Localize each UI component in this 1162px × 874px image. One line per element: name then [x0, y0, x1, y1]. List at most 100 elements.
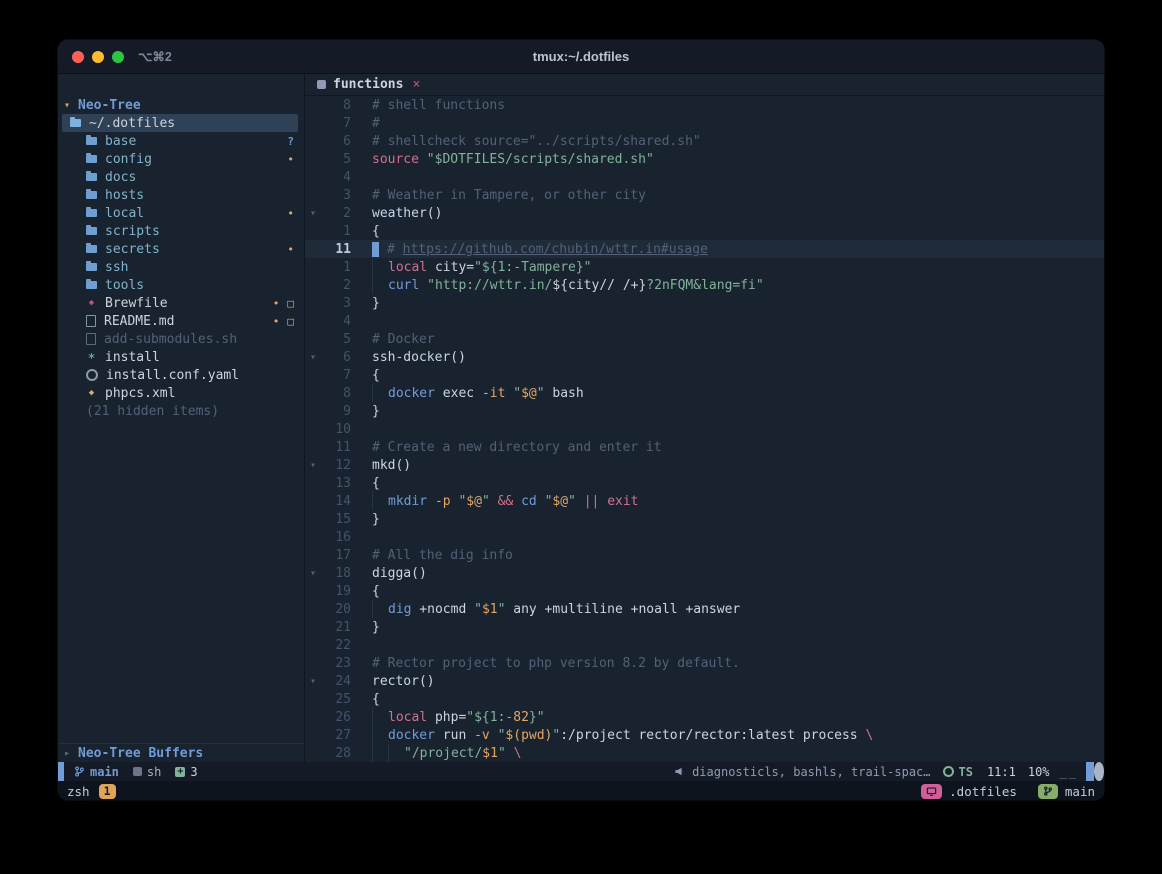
tree-item-dotfiles[interactable]: ~/.dotfiles: [62, 114, 298, 132]
code-token: -v: [474, 728, 490, 743]
code-line[interactable]: 13{: [305, 474, 1104, 492]
code-line[interactable]: 23# Rector project to php version 8.2 by…: [305, 654, 1104, 672]
line-number: 24: [321, 674, 351, 689]
code-line[interactable]: 2curl "http://wttr.in/${city// /+}?2nFQM…: [305, 276, 1104, 294]
tmux-branch: main: [1065, 784, 1095, 799]
zoom-button[interactable]: [112, 51, 124, 63]
code-line[interactable]: 3}: [305, 294, 1104, 312]
buffer-name: sh: [147, 765, 161, 779]
code-token: ssh-docker: [372, 350, 450, 365]
close-button[interactable]: [72, 51, 84, 63]
git-status-badges: •□: [273, 297, 294, 310]
code-line[interactable]: 15}: [305, 510, 1104, 528]
tmux-window-badge[interactable]: 1: [99, 784, 116, 799]
code-line[interactable]: 8docker exec -it "$@" bash: [305, 384, 1104, 402]
code-token: (): [411, 566, 427, 581]
tree-item-readme-md[interactable]: README.md•□: [58, 312, 304, 330]
code-line[interactable]: 20dig +nocmd "$1" any +multiline +noall …: [305, 600, 1104, 618]
code-line[interactable]: 21}: [305, 618, 1104, 636]
tmux-pane-badge: [921, 784, 942, 799]
tree-item-add-submodules-sh[interactable]: add-submodules.sh: [58, 330, 304, 348]
tree-item-hosts[interactable]: hosts: [58, 186, 304, 204]
tree-item-scripts[interactable]: scripts: [58, 222, 304, 240]
code-line[interactable]: 5source "$DOTFILES/scripts/shared.sh": [305, 150, 1104, 168]
shell-file-icon: [133, 767, 142, 776]
code-token: }: [372, 404, 380, 419]
chevron-right-icon: ▸: [64, 748, 70, 759]
tree-item-neo-tree[interactable]: ▾Neo-Tree: [58, 96, 304, 114]
code-line[interactable]: 27docker run -v "$(pwd)":/project rector…: [305, 726, 1104, 744]
code-line[interactable]: 25{: [305, 690, 1104, 708]
code-area: 8# shell functions7#6# shellcheck source…: [305, 96, 1104, 762]
tree-item-tools[interactable]: tools: [58, 276, 304, 294]
line-number: 3: [321, 296, 351, 311]
line-number: 2: [321, 206, 351, 221]
code-line[interactable]: 3# Weather in Tampere, or other city: [305, 186, 1104, 204]
code-text: # Docker: [372, 332, 435, 347]
code-line[interactable]: ▾24rector(): [305, 672, 1104, 690]
folder-icon: [86, 263, 97, 271]
code-token: ": [498, 602, 506, 617]
code-text: {: [372, 692, 380, 707]
close-tab-icon[interactable]: ×: [412, 77, 420, 92]
line-number: 2: [321, 278, 351, 293]
tree-item-ssh[interactable]: ssh: [58, 258, 304, 276]
code-line[interactable]: ▾6ssh-docker(): [305, 348, 1104, 366]
indent-guide: [372, 744, 388, 762]
indent-guide: [372, 258, 388, 276]
code-line[interactable]: 7#: [305, 114, 1104, 132]
code-text: mkdir -p "$@" && cd "$@" || exit: [372, 492, 639, 510]
tmux-status-bar: zsh 1 .dotfiles main: [58, 781, 1104, 800]
tree-item-label: hosts: [105, 188, 144, 203]
code-text: }: [372, 404, 380, 419]
tree-item-base[interactable]: base?: [58, 132, 304, 150]
code-text: ssh-docker(): [372, 350, 466, 365]
code-token: ": [458, 494, 466, 509]
tree-item-label: README.md: [104, 314, 174, 329]
code-line[interactable]: 28"/project/$1" \: [305, 744, 1104, 762]
tree-item-docs[interactable]: docs: [58, 168, 304, 186]
code-line[interactable]: 7{: [305, 366, 1104, 384]
code-line[interactable]: 6# shellcheck source="../scripts/shared.…: [305, 132, 1104, 150]
code-line[interactable]: 10: [305, 420, 1104, 438]
code-line[interactable]: 16: [305, 528, 1104, 546]
tree-item-brewfile[interactable]: ◆Brewfile•□: [58, 294, 304, 312]
line-number: 18: [321, 566, 351, 581]
tree-item-phpcs-xml[interactable]: ◆phpcs.xml: [58, 384, 304, 402]
code-line[interactable]: ▾2weather(): [305, 204, 1104, 222]
tree-item-config[interactable]: config•: [58, 150, 304, 168]
code-line[interactable]: ▾18digga(): [305, 564, 1104, 582]
indent-guide: [372, 708, 388, 726]
tree-item-local[interactable]: local•: [58, 204, 304, 222]
tree-item-secrets[interactable]: secrets•: [58, 240, 304, 258]
line-number: 1: [321, 224, 351, 239]
code-line[interactable]: 1local city="${1:-Tampere}": [305, 258, 1104, 276]
code-line[interactable]: 11# https://github.com/chubin/wttr.in#us…: [305, 240, 1104, 258]
code-line[interactable]: 1{: [305, 222, 1104, 240]
code-text: # Create a new directory and enter it: [372, 440, 662, 455]
code-line[interactable]: 9}: [305, 402, 1104, 420]
code-line[interactable]: 8# shell functions: [305, 96, 1104, 114]
code-line[interactable]: 17# All the dig info: [305, 546, 1104, 564]
code-line[interactable]: 4: [305, 312, 1104, 330]
tree-item-install-conf-yaml[interactable]: install.conf.yaml: [58, 366, 304, 384]
code-token: ": [498, 746, 506, 761]
neo-tree-buffers-header[interactable]: ▸ Neo-Tree Buffers: [58, 744, 304, 762]
code-line[interactable]: 11 # Create a new directory and enter it: [305, 438, 1104, 456]
code-line[interactable]: ▾12mkd(): [305, 456, 1104, 474]
tree-item-install[interactable]: ∗install: [58, 348, 304, 366]
minimize-button[interactable]: [92, 51, 104, 63]
tree-item-label: scripts: [105, 224, 160, 239]
tab-functions[interactable]: functions ×: [317, 77, 420, 92]
code-token: city=: [427, 260, 474, 275]
branch-name: main: [90, 765, 119, 779]
code-line[interactable]: 14mkdir -p "$@" && cd "$@" || exit: [305, 492, 1104, 510]
code-line[interactable]: 26local php="${1:-82}": [305, 708, 1104, 726]
line-number: 11: [321, 440, 351, 455]
code-line[interactable]: 5# Docker: [305, 330, 1104, 348]
code-line[interactable]: 19{: [305, 582, 1104, 600]
code-line[interactable]: 22: [305, 636, 1104, 654]
git-status-badge: •: [287, 243, 294, 256]
gear-file-icon: [86, 369, 98, 381]
code-line[interactable]: 4: [305, 168, 1104, 186]
